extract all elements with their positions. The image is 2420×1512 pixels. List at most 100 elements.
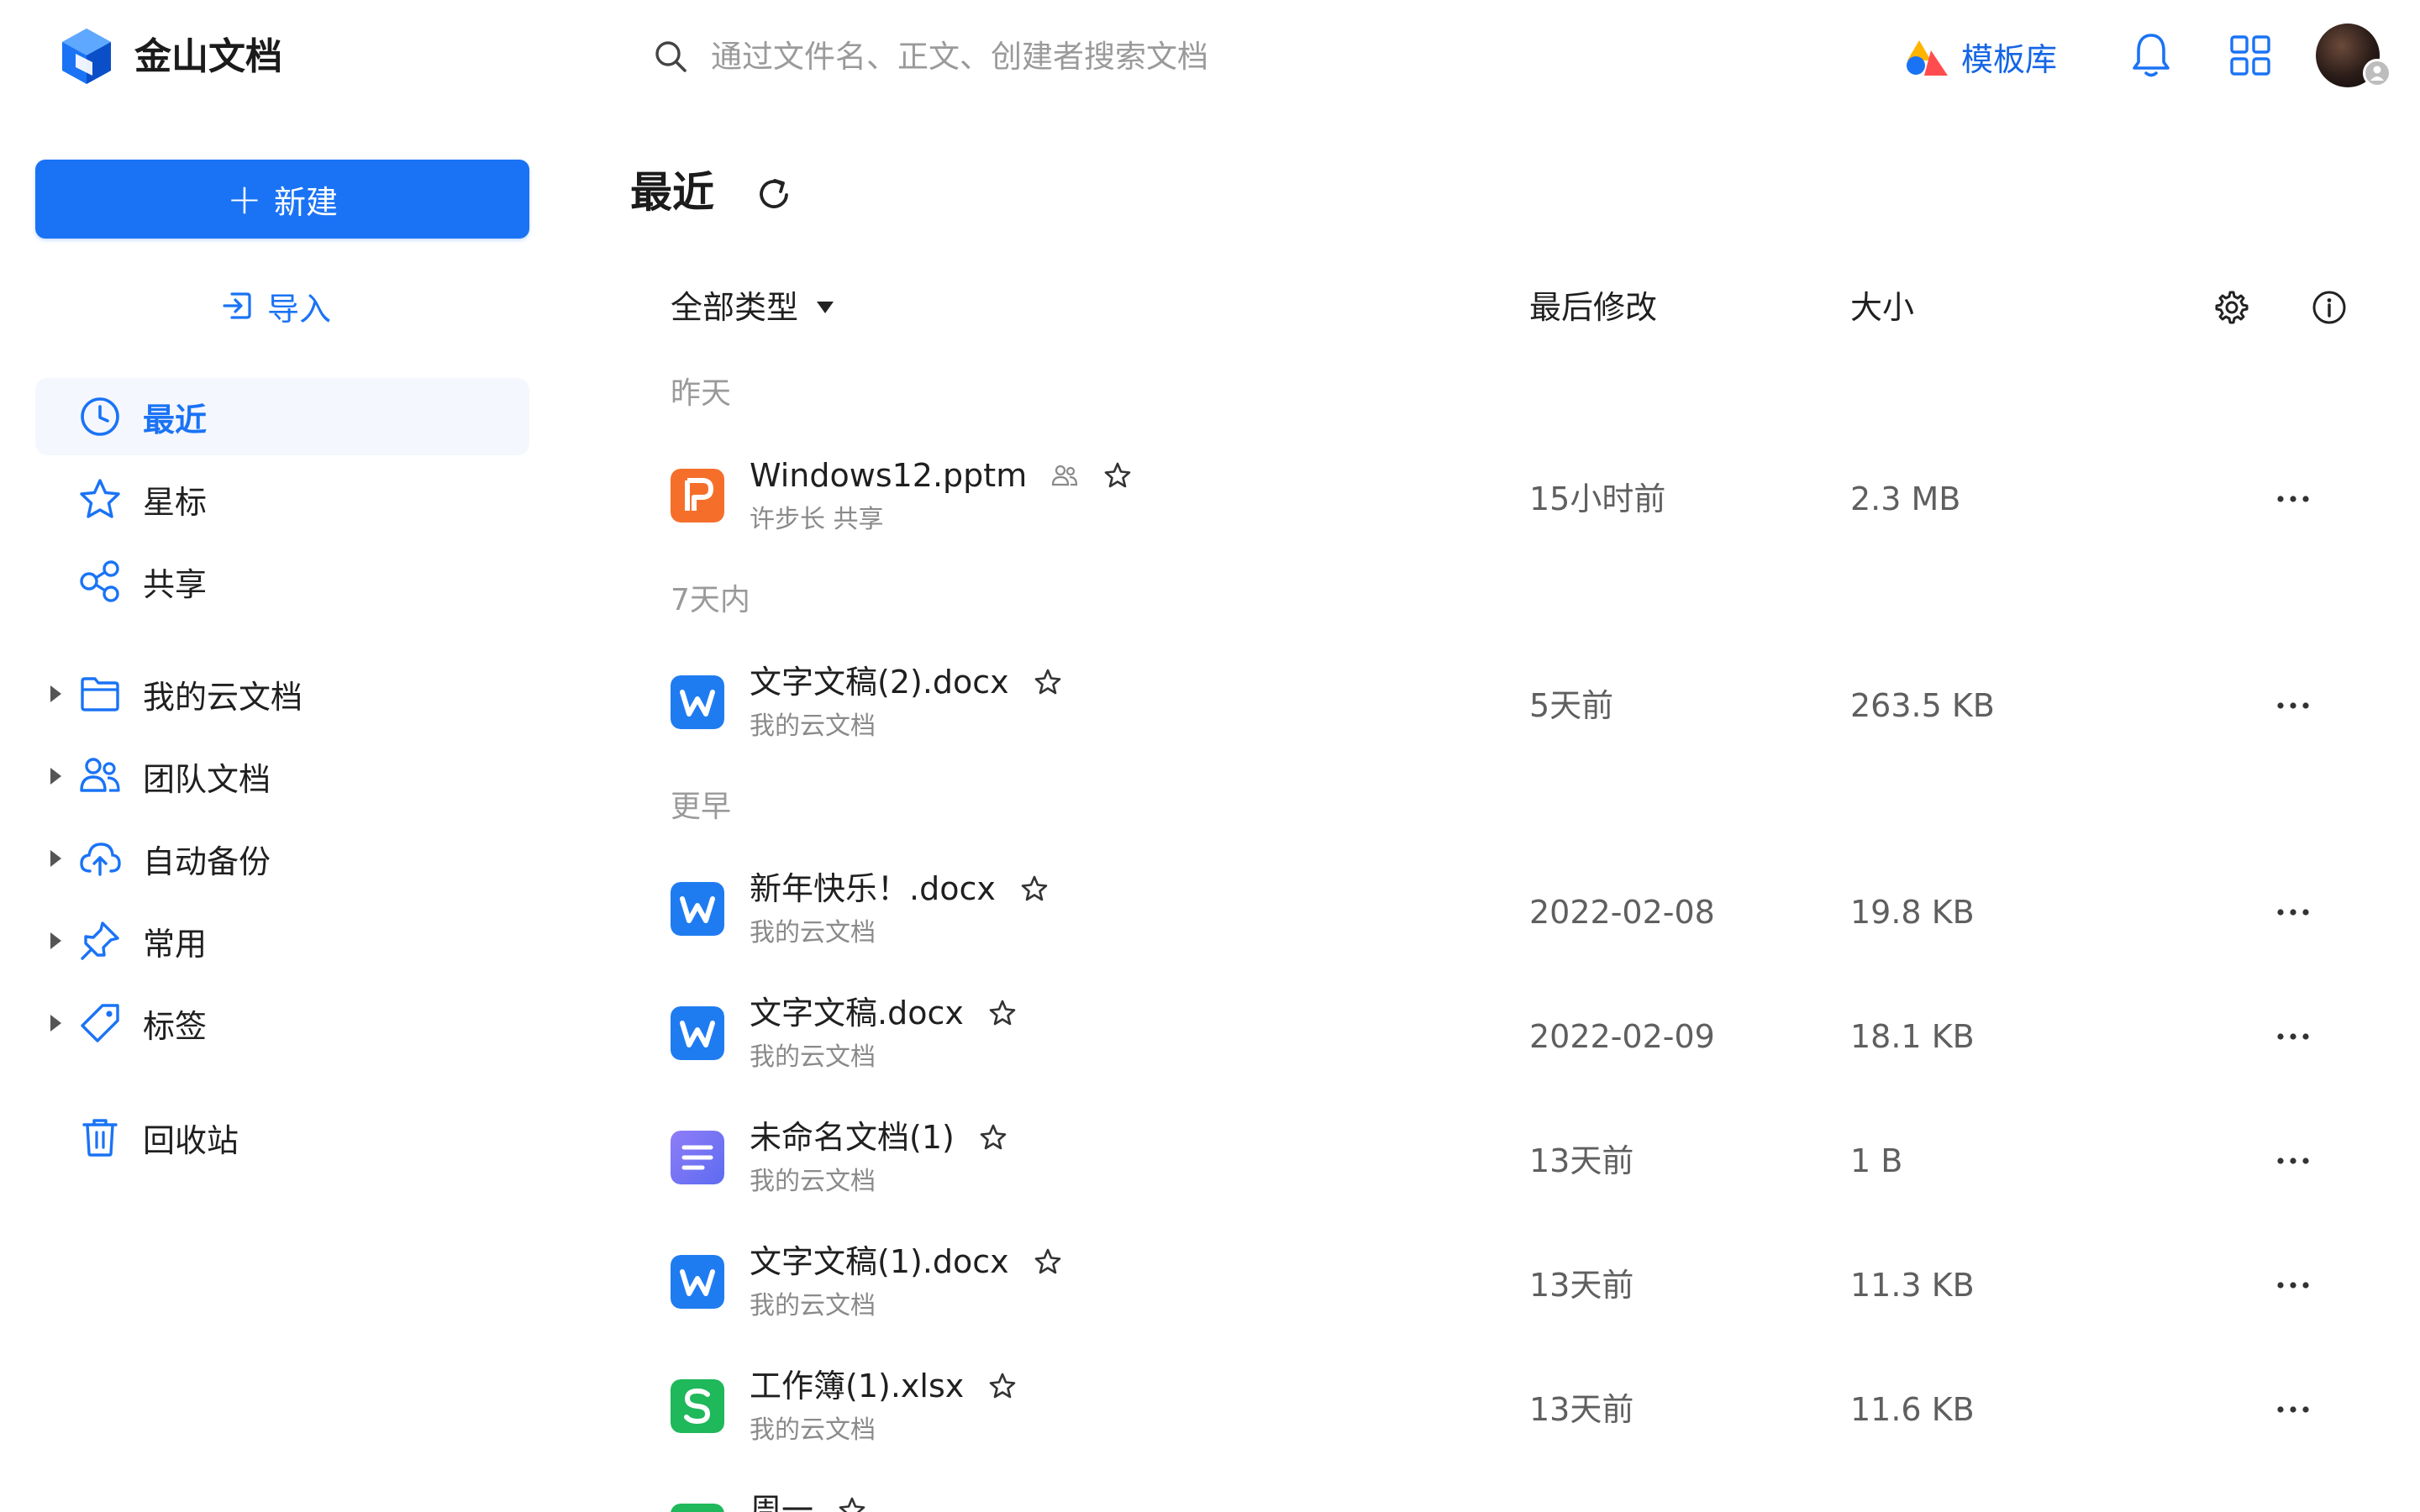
- sidebar-item-starred[interactable]: 星标: [35, 460, 529, 538]
- more-options-icon[interactable]: [2272, 1268, 2314, 1302]
- file-row[interactable]: 未命名文档(1) 我的云文档 13天前 1 B: [655, 1097, 2370, 1220]
- file-name[interactable]: 新年快乐！.docx: [750, 867, 996, 911]
- sidebar-item-tags[interactable]: 标签: [35, 984, 529, 1062]
- file-name[interactable]: 未命名文档(1): [750, 1116, 955, 1159]
- plus-icon: +: [227, 175, 262, 223]
- docx-file-icon: [671, 675, 724, 729]
- file-location: 我的云文档: [750, 918, 876, 948]
- expand-caret-icon[interactable]: [50, 1015, 61, 1032]
- more-options-icon[interactable]: [2272, 1020, 2314, 1053]
- file-row[interactable]: 文字文稿(1).docx 我的云文档 13天前 11.3 KB: [655, 1221, 2370, 1344]
- star-outline-icon[interactable]: [1019, 874, 1050, 904]
- star-outline-icon[interactable]: [1033, 1247, 1063, 1277]
- more-options-icon[interactable]: [2272, 1144, 2314, 1178]
- app-logo[interactable]: [55, 25, 118, 87]
- star-outline-icon[interactable]: [987, 998, 1018, 1028]
- xlsx-file-icon: [671, 1379, 724, 1433]
- template-library-icon: [1907, 40, 1948, 76]
- file-name[interactable]: 文字文稿.docx: [750, 991, 964, 1035]
- file-location: 我的云文档: [750, 1291, 876, 1320]
- import-button[interactable]: 导入: [220, 281, 331, 331]
- team-icon: [80, 758, 120, 792]
- template-library-label: 模板库: [1961, 40, 2058, 78]
- more-options-icon[interactable]: [2272, 482, 2314, 516]
- file-name[interactable]: 周一: [750, 1488, 813, 1512]
- docx-file-icon: [671, 882, 724, 936]
- file-modified: 2022-02-09: [1529, 1018, 1715, 1055]
- file-size: 11.6 KB: [1850, 1391, 1975, 1428]
- sidebar-item-frequent[interactable]: 常用: [35, 902, 529, 979]
- file-modified: 13天前: [1529, 1391, 1634, 1428]
- group-label-7-days: 7天内: [671, 583, 750, 617]
- file-size: 1 B: [1850, 1142, 1903, 1179]
- template-library-button[interactable]: 模板库: [1902, 30, 2057, 82]
- file-name[interactable]: 文字文稿(2).docx: [750, 660, 1009, 704]
- column-header-size[interactable]: 大小: [1850, 286, 1914, 329]
- sidebar-item-label: 标签: [143, 1007, 208, 1045]
- sidebar-item-auto-backup[interactable]: 自动备份: [35, 820, 529, 897]
- file-row[interactable]: Windows12.pptm 许步长 共享 15小时前 2.3 MB: [655, 435, 2370, 558]
- clock-icon: [81, 397, 119, 436]
- refresh-icon: [760, 179, 788, 208]
- expand-caret-icon[interactable]: [50, 850, 61, 867]
- sidebar-item-trash[interactable]: 回收站: [35, 1099, 529, 1176]
- sidebar-item-recent[interactable]: 最近: [35, 378, 529, 455]
- pptx-file-icon: [671, 469, 724, 522]
- file-name[interactable]: Windows12.pptm: [750, 454, 1027, 497]
- sidebar-item-label: 回收站: [143, 1121, 239, 1159]
- expand-caret-icon[interactable]: [50, 768, 61, 785]
- sidebar-item-shared[interactable]: 共享: [35, 543, 529, 620]
- gear-icon: [2215, 291, 2249, 324]
- file-row[interactable]: 工作簿(1).xlsx 我的云文档 13天前 11.6 KB: [655, 1346, 2370, 1468]
- new-button[interactable]: + 新建: [35, 160, 529, 239]
- trash-icon: [82, 1119, 118, 1157]
- sidebar-item-team-docs[interactable]: 团队文档: [35, 738, 529, 815]
- file-name[interactable]: 文字文稿(1).docx: [750, 1240, 1009, 1284]
- more-options-icon[interactable]: [2272, 689, 2314, 722]
- more-options-icon[interactable]: [2272, 895, 2314, 929]
- search-icon: [655, 41, 687, 72]
- star-outline-icon[interactable]: [1102, 460, 1133, 491]
- star-outline-icon[interactable]: [1033, 667, 1063, 697]
- file-row[interactable]: 周一: [655, 1470, 2370, 1512]
- file-row[interactable]: 文字文稿.docx 我的云文档 2022-02-09 18.1 KB: [655, 973, 2370, 1095]
- file-modified: 5天前: [1529, 687, 1614, 724]
- notification-button[interactable]: [2128, 30, 2175, 81]
- file-size: 18.1 KB: [1850, 1018, 1975, 1055]
- account-badge-icon: [2363, 59, 2391, 87]
- sidebar-item-my-cloud-docs[interactable]: 我的云文档: [35, 655, 529, 732]
- group-label-earlier: 更早: [671, 790, 732, 824]
- file-name[interactable]: 工作簿(1).xlsx: [750, 1364, 964, 1408]
- file-row[interactable]: 新年快乐！.docx 我的云文档 2022-02-08 19.8 KB: [655, 848, 2370, 971]
- file-location: 许步长 共享: [750, 505, 884, 534]
- star-outline-icon[interactable]: [987, 1371, 1018, 1401]
- expand-caret-icon[interactable]: [50, 932, 61, 949]
- folder-icon: [81, 677, 119, 711]
- type-filter-dropdown[interactable]: 全部类型: [671, 286, 834, 329]
- star-outline-icon[interactable]: [978, 1122, 1008, 1152]
- new-button-label: 新建: [273, 183, 338, 221]
- import-label: 导入: [267, 290, 332, 328]
- expand-caret-icon[interactable]: [50, 685, 61, 702]
- apps-grid-button[interactable]: [2228, 34, 2272, 77]
- search-box[interactable]: [652, 29, 1408, 84]
- shared-users-icon: [1052, 465, 1078, 486]
- file-modified: 13天前: [1529, 1142, 1634, 1179]
- more-options-icon[interactable]: [2272, 1393, 2314, 1426]
- search-input[interactable]: [709, 37, 1385, 76]
- file-modified: 13天前: [1529, 1267, 1634, 1304]
- file-modified: 2022-02-08: [1529, 894, 1715, 931]
- info-icon: [2312, 291, 2346, 324]
- column-header-modified[interactable]: 最后修改: [1529, 286, 1657, 329]
- bell-icon: [2133, 34, 2170, 77]
- file-modified: 15小时前: [1529, 480, 1666, 517]
- page-title: 最近: [630, 168, 714, 217]
- info-button[interactable]: [2311, 289, 2348, 326]
- list-settings-button[interactable]: [2213, 289, 2250, 326]
- star-outline-icon[interactable]: [837, 1495, 867, 1512]
- type-filter-label: 全部类型: [671, 289, 799, 326]
- xlsx-file-icon: [671, 1504, 724, 1512]
- file-row[interactable]: 文字文稿(2).docx 我的云文档 5天前 263.5 KB: [655, 642, 2370, 764]
- docx-file-icon: [671, 1006, 724, 1060]
- refresh-button[interactable]: [753, 173, 795, 215]
